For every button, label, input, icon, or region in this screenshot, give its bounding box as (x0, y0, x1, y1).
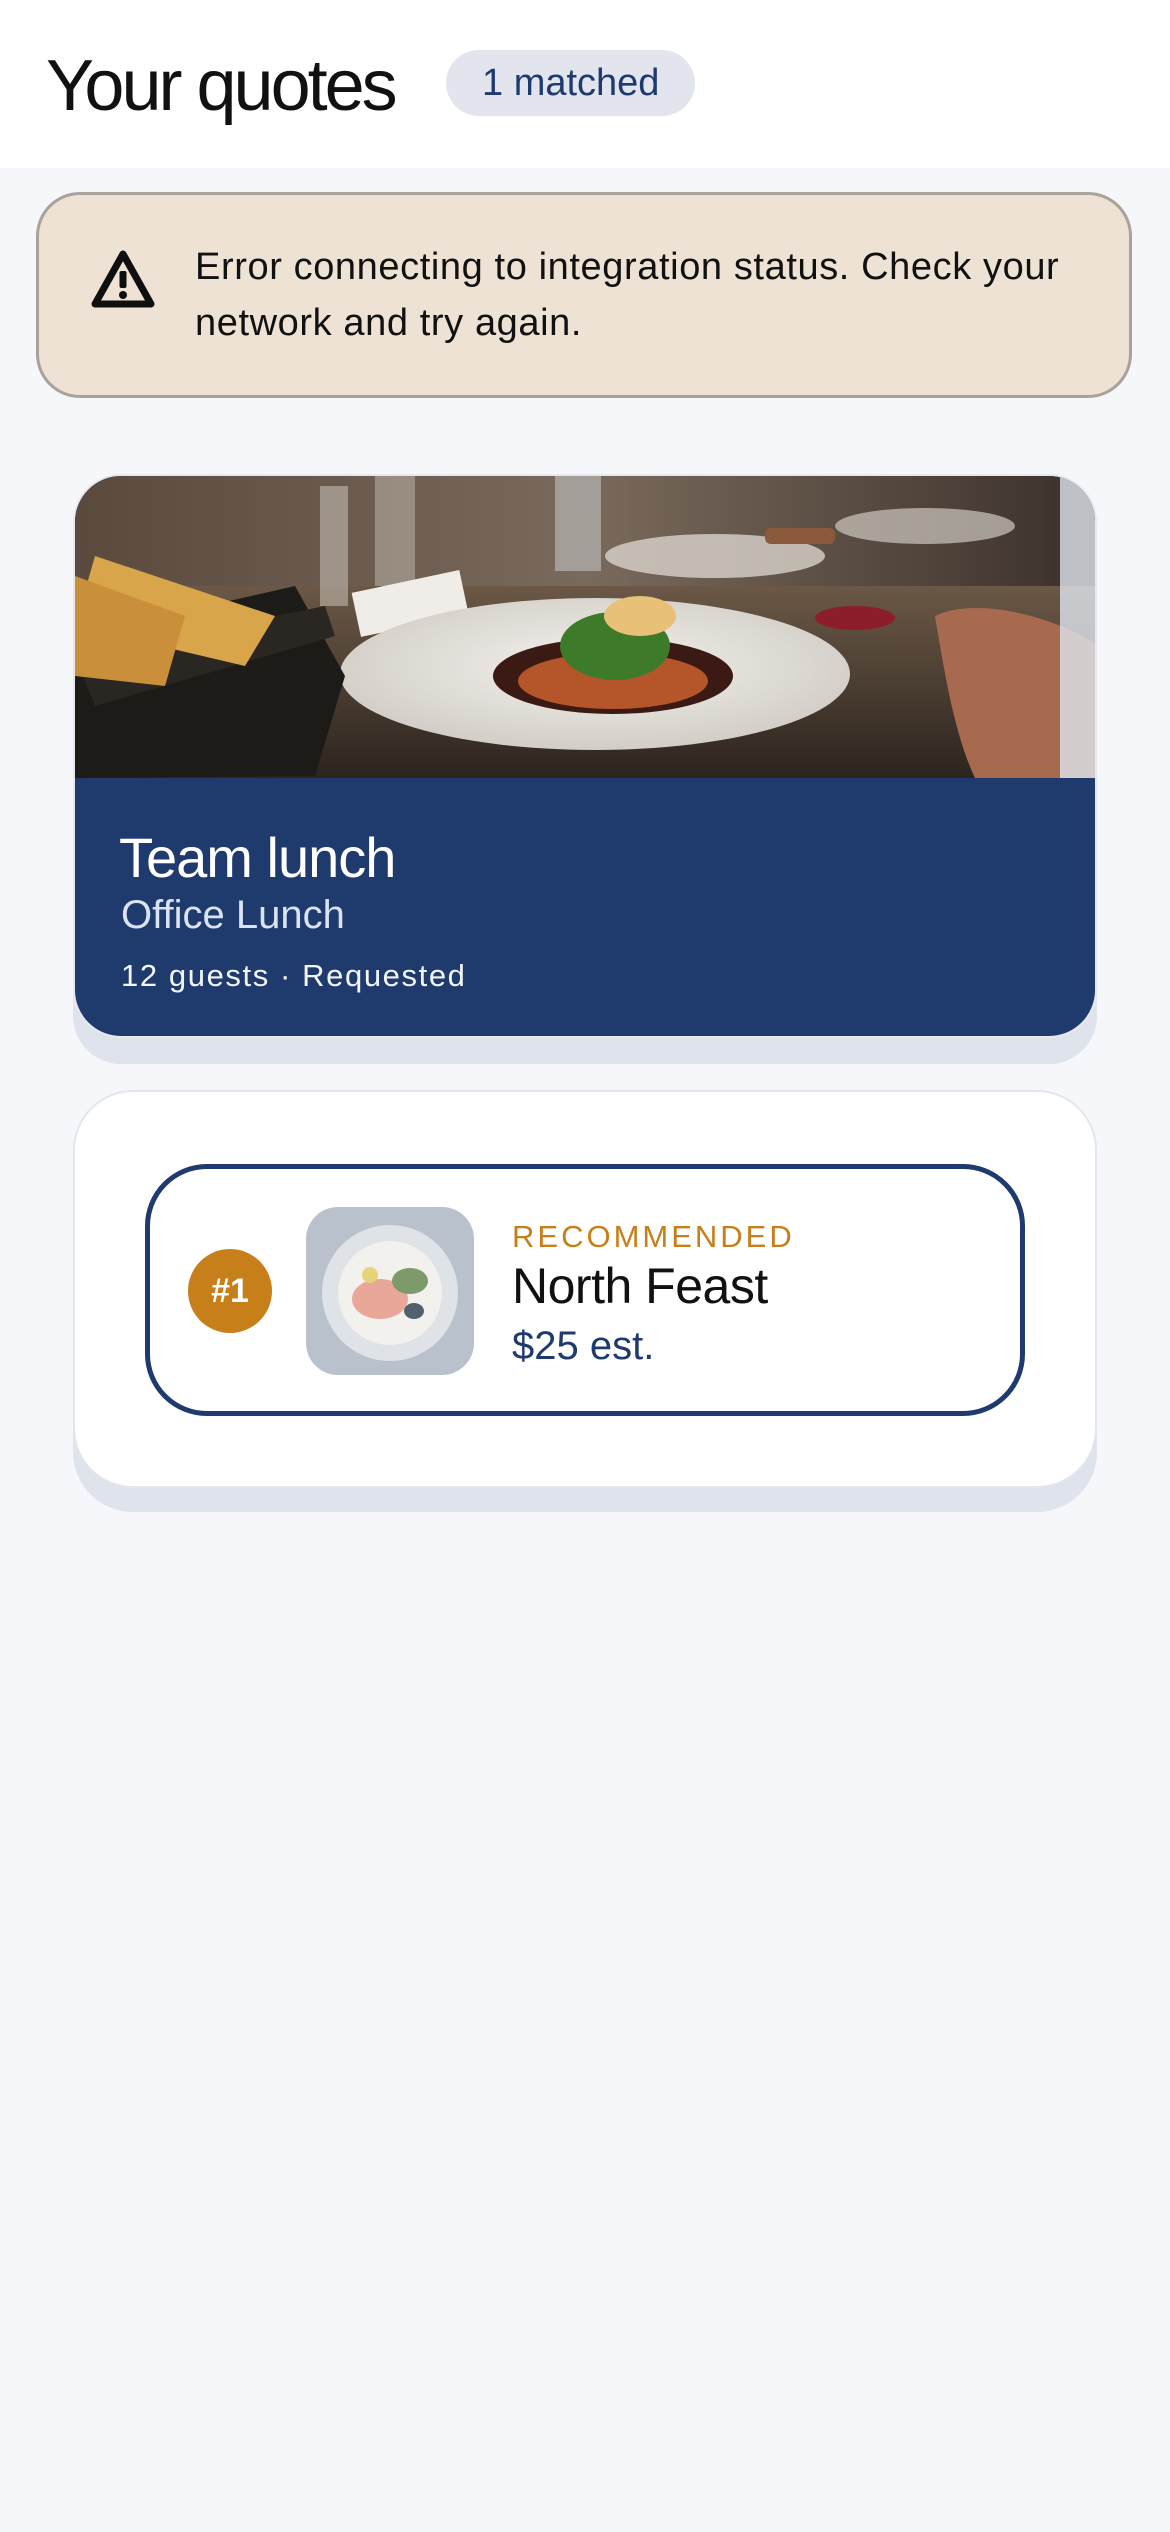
vendor-price: $25 est. (512, 1324, 655, 1368)
warning-triangle-icon (91, 250, 155, 308)
event-subtitle: Office Lunch (121, 893, 345, 937)
vendor-food-thumbnail (306, 1207, 474, 1375)
event-card[interactable]: Team lunch Office Lunch 12 guests · Requ… (73, 474, 1097, 1038)
event-food-photo (75, 476, 1095, 778)
quotes-card: #1 RECOMMENDED North Feast $25 est. (73, 1090, 1097, 1488)
error-alert: Error connecting to integration status. … (36, 192, 1132, 398)
recommended-tag: RECOMMENDED (512, 1219, 795, 1254)
event-meta: 12 guests · Requested (121, 958, 467, 993)
matched-count-badge: 1 matched (446, 50, 696, 116)
alert-message: Error connecting to integration status. … (195, 246, 1060, 344)
vendor-name: North Feast (512, 1258, 768, 1314)
rank-badge: #1 (188, 1249, 272, 1333)
event-title: Team lunch (119, 826, 396, 889)
page-title: Your quotes (46, 46, 398, 126)
quote-option[interactable]: #1 RECOMMENDED North Feast $25 est. (145, 1164, 1025, 1416)
header: Your quotes 1 matched (0, 0, 1170, 168)
